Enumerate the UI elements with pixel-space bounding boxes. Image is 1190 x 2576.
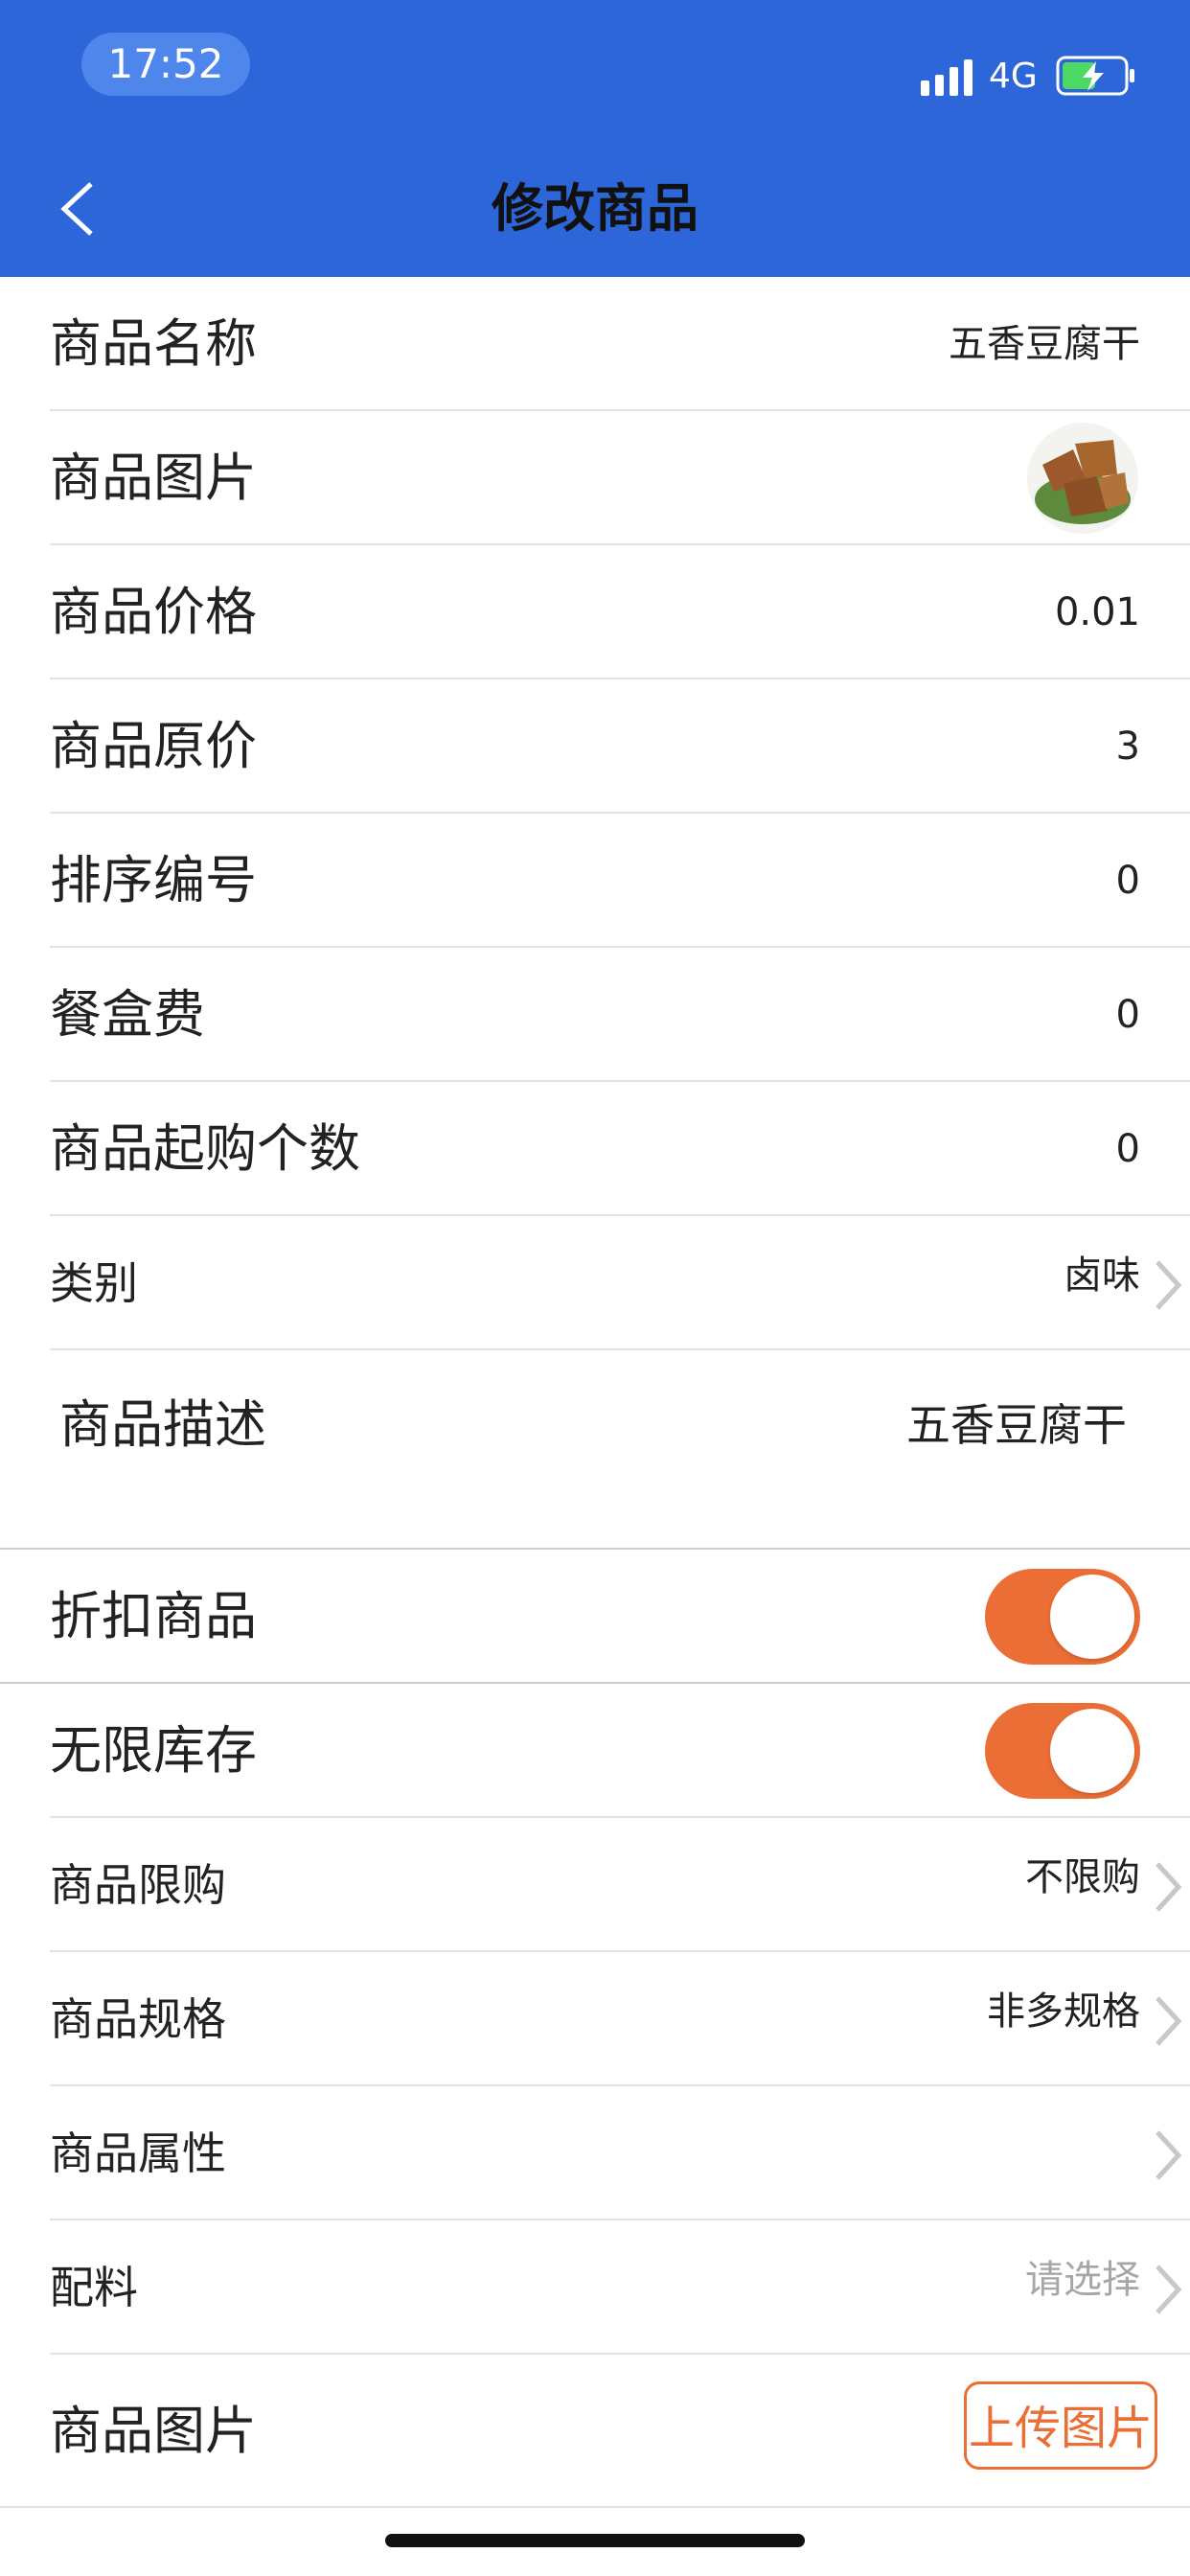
row-product-image[interactable]: 商品图片	[50, 411, 1190, 545]
nav-header: 17:52 4G 修改商品	[0, 0, 1190, 277]
value-price[interactable]: 0.01	[1055, 545, 1140, 679]
label-original-price: 商品原价	[50, 716, 257, 776]
network-type: 4G	[989, 57, 1038, 96]
label-product-name: 商品名称	[50, 313, 257, 374]
row-upload-images: 商品图片 上传图片	[0, 2355, 1190, 2508]
battery-charging-icon	[1056, 56, 1134, 96]
label-description: 商品描述	[59, 1394, 266, 1455]
row-spec[interactable]: 商品规格 非多规格	[50, 1952, 1190, 2086]
toggle-knob	[1050, 1575, 1134, 1659]
value-description[interactable]: 五香豆腐干	[906, 1358, 1127, 1492]
label-sort-number: 排序编号	[50, 850, 257, 910]
row-category[interactable]: 类别 卤味	[50, 1216, 1190, 1350]
row-attributes[interactable]: 商品属性	[50, 2086, 1190, 2220]
row-description[interactable]: 商品描述 五香豆腐干	[0, 1350, 1190, 1550]
product-thumbnail[interactable]	[1025, 421, 1140, 536]
label-price: 商品价格	[50, 582, 257, 642]
label-spec: 商品规格	[50, 1993, 226, 2045]
home-indicator[interactable]	[385, 2534, 805, 2547]
chevron-right-icon	[1156, 2265, 1182, 2314]
row-discount: 折扣商品	[0, 1550, 1190, 1684]
row-purchase-limit[interactable]: 商品限购 不限购	[50, 1818, 1190, 1952]
upload-image-button[interactable]: 上传图片	[964, 2381, 1157, 2470]
chevron-right-icon	[1156, 1862, 1182, 1912]
label-product-image: 商品图片	[50, 448, 257, 508]
label-discount: 折扣商品	[50, 1586, 257, 1646]
form-list: 商品名称 五香豆腐干 商品图片 商品价格 0.01 商品原价 3 排序编号 0 …	[0, 277, 1190, 2508]
chevron-right-icon	[1156, 2130, 1182, 2180]
page-title: 修改商品	[492, 178, 698, 239]
value-product-name[interactable]: 五香豆腐干	[949, 277, 1140, 411]
row-unlimited-stock: 无限库存	[50, 1684, 1190, 1818]
value-min-purchase[interactable]: 0	[1116, 1082, 1140, 1216]
label-upload-images: 商品图片	[50, 2401, 257, 2461]
chevron-right-icon	[1156, 1996, 1182, 2046]
chevron-right-icon	[1156, 1260, 1182, 1310]
label-unlimited-stock: 无限库存	[50, 1720, 257, 1781]
signal-icon	[921, 59, 973, 96]
label-min-purchase: 商品起购个数	[50, 1118, 360, 1179]
unlimited-stock-toggle[interactable]	[985, 1703, 1140, 1799]
row-box-fee[interactable]: 餐盒费 0	[50, 948, 1190, 1082]
ingredients-placeholder: 请选择	[1025, 2258, 1140, 2302]
row-min-purchase[interactable]: 商品起购个数 0	[50, 1082, 1190, 1216]
value-purchase-limit: 不限购	[1025, 1855, 1140, 1899]
value-spec: 非多规格	[987, 1990, 1140, 2034]
label-attributes: 商品属性	[50, 2128, 226, 2179]
row-price[interactable]: 商品价格 0.01	[50, 545, 1190, 679]
value-box-fee[interactable]: 0	[1116, 948, 1140, 1082]
label-purchase-limit: 商品限购	[50, 1859, 226, 1911]
status-time: 17:52	[81, 33, 250, 96]
row-product-name[interactable]: 商品名称 五香豆腐干	[50, 277, 1190, 411]
value-sort-number[interactable]: 0	[1116, 814, 1140, 948]
row-original-price[interactable]: 商品原价 3	[50, 679, 1190, 814]
value-category: 卤味	[1064, 1254, 1140, 1298]
label-box-fee: 餐盒费	[50, 984, 205, 1045]
row-ingredients[interactable]: 配料 请选择	[50, 2220, 1190, 2355]
value-original-price[interactable]: 3	[1116, 679, 1140, 814]
toggle-knob	[1050, 1709, 1134, 1793]
discount-toggle[interactable]	[985, 1569, 1140, 1665]
label-ingredients: 配料	[50, 2262, 138, 2313]
label-category: 类别	[50, 1257, 138, 1309]
row-sort-number[interactable]: 排序编号 0	[50, 814, 1190, 948]
